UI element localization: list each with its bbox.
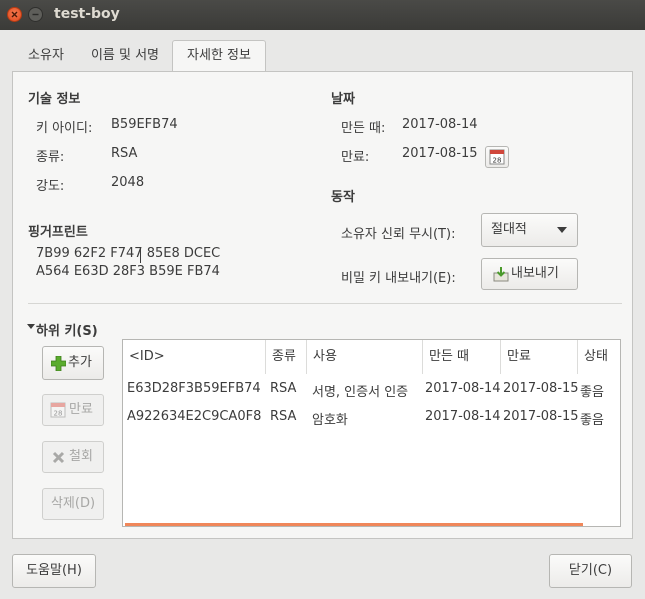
cell-id: A922634E2C9CA0F8: [127, 409, 262, 424]
export-icon: [493, 267, 509, 282]
column-header-type[interactable]: 종류: [266, 340, 307, 374]
revoke-subkey-button[interactable]: 철회: [42, 441, 104, 473]
tab-details[interactable]: 자세한 정보: [172, 40, 266, 72]
fingerprint-heading: 핑거프린트: [28, 225, 88, 240]
title-bar: test-boy: [0, 0, 645, 30]
cell-status: 좋음: [580, 385, 604, 400]
close-icon: [11, 11, 18, 18]
fingerprint-line-2[interactable]: A564 E63D 28F3 B59E FB74: [36, 264, 220, 279]
expander-arrow-icon[interactable]: [27, 323, 35, 331]
tab-names-signatures[interactable]: 이름 및 서명: [78, 41, 172, 71]
created-value: 2017-08-14: [402, 117, 478, 132]
trust-label: 소유자 신뢰 무시(T):: [341, 227, 456, 242]
column-header-status[interactable]: 상태: [578, 340, 620, 374]
delete-subkey-button[interactable]: 삭제(D): [42, 488, 104, 520]
key-id-label: 키 아이디:: [36, 121, 93, 136]
trust-value: 절대적: [491, 222, 527, 237]
created-label: 만든 때:: [341, 121, 386, 136]
calendar-icon: 28: [50, 402, 66, 418]
cell-type: RSA: [270, 381, 297, 396]
revoke-button-label: 철회: [69, 449, 93, 464]
add-icon: [51, 356, 66, 371]
column-header-usage[interactable]: 사용: [307, 340, 423, 374]
export-button-label: 내보내기: [511, 266, 559, 281]
cell-usage: 암호화: [312, 413, 348, 428]
close-button[interactable]: 닫기(C): [549, 554, 632, 588]
minimize-window-button[interactable]: [28, 7, 43, 22]
cell-expires: 2017-08-15: [503, 381, 579, 396]
section-divider: [28, 303, 622, 304]
column-header-created[interactable]: 만든 때: [423, 340, 501, 374]
svg-text:28: 28: [54, 410, 63, 418]
change-expiry-button[interactable]: 28: [485, 146, 509, 168]
column-header-id[interactable]: <ID>: [123, 340, 266, 374]
cell-usage: 서명, 인증서 인증: [312, 385, 409, 400]
type-value: RSA: [111, 146, 138, 161]
help-button[interactable]: 도움말(H): [12, 554, 96, 588]
column-header-expires[interactable]: 만료: [501, 340, 578, 374]
cell-expires: 2017-08-15: [503, 409, 579, 424]
expires-value: 2017-08-15: [402, 146, 478, 161]
add-subkey-button[interactable]: 추가: [42, 346, 104, 380]
actions-heading: 동작: [331, 190, 355, 205]
svg-text:28: 28: [493, 157, 502, 165]
export-button[interactable]: 내보내기: [481, 258, 578, 290]
type-label: 종류:: [36, 150, 65, 165]
subkeys-table: <ID> 종류 사용 만든 때 만료 상태 E63D28F3B59EFB74 R…: [122, 339, 621, 527]
cell-created: 2017-08-14: [425, 409, 501, 424]
minimize-icon: [32, 13, 39, 16]
expire-subkey-button[interactable]: 28 만료: [42, 394, 104, 426]
text-cursor: [140, 247, 141, 263]
trust-dropdown[interactable]: 절대적: [481, 213, 578, 247]
export-label: 비밀 키 내보내기(E):: [341, 271, 456, 286]
fingerprint-line-1[interactable]: 7B99 62F2 F747 85E8 DCEC: [36, 246, 220, 261]
key-id-value: B59EFB74: [111, 117, 178, 132]
close-window-button[interactable]: [7, 7, 22, 22]
subkeys-heading[interactable]: 하위 키(S): [36, 320, 98, 339]
strength-label: 강도:: [36, 179, 65, 194]
tech-info-heading: 기술 정보: [28, 92, 81, 107]
cell-id: E63D28F3B59EFB74: [127, 381, 261, 396]
cell-created: 2017-08-14: [425, 381, 501, 396]
expires-label: 만료:: [341, 150, 370, 165]
tab-owner[interactable]: 소유자: [14, 41, 78, 71]
cell-status: 좋음: [580, 413, 604, 428]
expire-button-label: 만료: [69, 402, 93, 417]
strength-value: 2048: [111, 175, 145, 190]
window-title: test-boy: [54, 6, 120, 22]
dropdown-arrow-icon: [557, 227, 567, 233]
dates-heading: 날짜: [331, 92, 355, 107]
horizontal-scrollbar[interactable]: [125, 523, 583, 526]
calendar-icon: 28: [489, 149, 505, 165]
add-button-label: 추가: [68, 355, 92, 370]
cell-type: RSA: [270, 409, 297, 424]
revoke-icon: [52, 451, 65, 464]
